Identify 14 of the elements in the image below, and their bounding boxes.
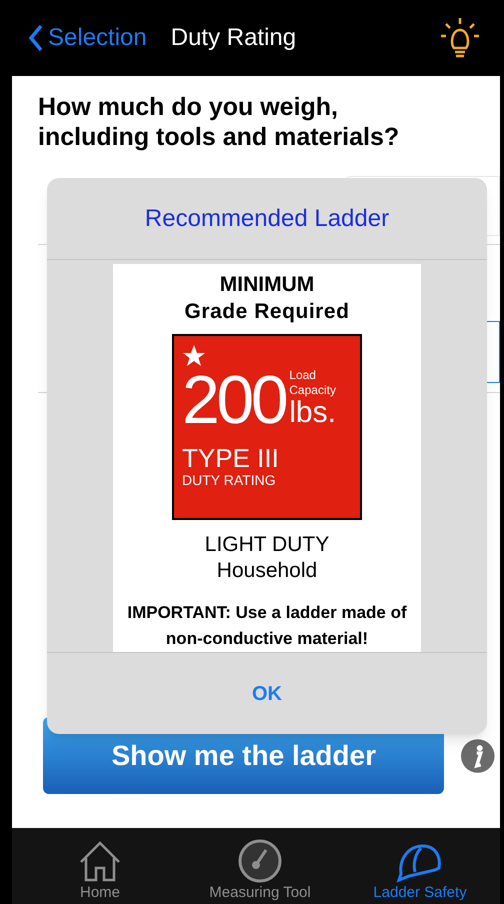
dialog-title: Recommended Ladder xyxy=(144,204,390,234)
weight-question: How much do you weigh, including tools and materials? xyxy=(38,92,400,152)
capacity-number: 200 xyxy=(182,368,286,432)
capacity-unit: lbs. xyxy=(289,398,336,428)
capacity-label: Load xyxy=(289,368,317,383)
screen-title: Duty Rating xyxy=(170,23,296,53)
grade-heading: MINIMUM xyxy=(220,272,314,298)
usage-type: Household xyxy=(216,558,318,584)
duty-rating-label: DUTY RATING xyxy=(182,472,277,488)
capacity-label: Capacity xyxy=(289,383,336,398)
grade-subheading: Grade Required xyxy=(184,299,350,325)
safety-note: IMPORTANT: Use a ladder made of non-conductive material! xyxy=(126,602,408,650)
ladder-type: TYPE III xyxy=(182,444,280,472)
duty-level: LIGHT DUTY xyxy=(204,532,330,558)
